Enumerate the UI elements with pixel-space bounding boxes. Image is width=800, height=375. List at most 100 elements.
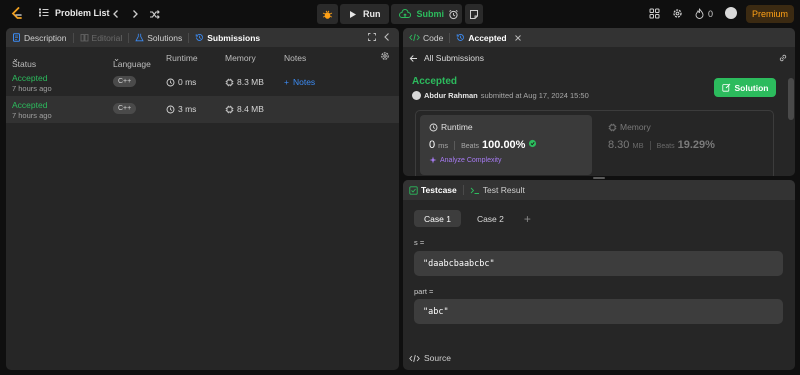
row-time-ago: 7 hours ago [12,84,52,93]
resize-handle[interactable] [593,177,605,179]
premium-button[interactable]: Premium [746,5,794,23]
tab-divider [449,32,451,43]
layout-grid-icon[interactable] [649,8,660,19]
tab-accepted[interactable]: Accepted [456,33,521,43]
tab-testcase[interactable]: Testcase [409,185,457,195]
plus-icon: + [523,211,531,226]
streak-count: 0 [708,8,714,19]
avatar[interactable] [725,7,737,19]
clock-icon [429,123,438,132]
case-1-tab[interactable]: Case 1 [414,210,461,227]
row-status: Accepted [12,100,48,110]
flask-icon [135,33,144,42]
submission-author: Abdur Rahman submitted at Aug 17, 2024 1… [412,91,589,100]
author-avatar[interactable] [412,91,421,100]
header-language[interactable]: Language ⌄ [113,53,151,69]
run-button[interactable]: Run [340,4,389,24]
chevron-right-icon[interactable] [128,7,142,21]
debug-button[interactable] [317,4,338,24]
book-icon [80,33,89,42]
row-language-badge: C++ [113,103,137,114]
scrollbar[interactable] [788,78,794,174]
run-submit-group: Run Submit [317,4,455,24]
history-icon [195,33,204,42]
submissions-panel: Description Editorial Solutions Submissi… [6,28,399,370]
tab-testcase-label: Testcase [421,185,457,195]
play-icon [348,10,357,19]
row-notes-label: Notes [292,77,316,87]
tab-editorial-label: Editorial [91,32,123,43]
notes-button[interactable] [465,4,483,24]
submission-detail-panel: Code Accepted All Submissions Accepted A… [403,28,795,176]
header-status[interactable]: Status ⌄ [12,53,36,69]
tab-test-result[interactable]: Test Result [470,185,525,195]
close-icon[interactable] [514,34,522,42]
chip-icon [225,105,234,114]
flame-icon [695,8,704,19]
submissions-table-header: Status ⌄ Language ⌄ Runtime Memory Notes [6,47,399,69]
runtime-value-row: 0 ms Beats 100.00% [429,139,537,151]
runtime-beats-label: Beats [461,143,480,150]
table-row[interactable]: Accepted 7 hours ago C++ 0 ms 8.3 MB + N… [6,69,399,96]
solution-button[interactable]: Solution [714,78,776,97]
runtime-label: Runtime [441,122,473,132]
code-icon [409,33,420,42]
tab-divider [462,185,464,195]
performance-stats: Runtime 0 ms Beats 100.00% Analyze Compl… [415,110,774,176]
tab-description[interactable]: Description [12,33,67,43]
header-notes: Notes [284,53,307,63]
sparkle-icon [429,156,437,164]
memory-unit: MB [632,141,644,150]
gear-icon[interactable] [672,8,683,19]
problem-list-label: Problem List [55,7,110,18]
expand-icon[interactable] [367,32,377,42]
row-runtime-value: 3 ms [178,104,197,114]
source-label: Source [424,353,451,363]
settings-gear-icon[interactable] [380,51,390,61]
param-part-input[interactable]: "abc" [414,299,783,324]
case-2-tab[interactable]: Case 2 [467,210,514,227]
problem-list-button[interactable]: Problem List [38,7,110,18]
all-submissions-link[interactable]: All Submissions [409,53,484,63]
runtime-card[interactable]: Runtime 0 ms Beats 100.00% Analyze Compl… [420,115,592,175]
memory-value: 8.30 [608,139,630,151]
row-memory: 8.4 MB [225,104,264,114]
clock-icon [166,78,175,87]
scrollbar-thumb[interactable] [788,78,794,120]
tab-solutions[interactable]: Solutions [135,33,182,43]
arrow-left-icon [409,54,418,63]
table-row[interactable]: Accepted 7 hours ago C++ 3 ms 8.4 MB [6,96,399,123]
tab-code[interactable]: Code [409,33,443,43]
run-label: Run [363,9,381,19]
add-case-button[interactable]: + [520,210,535,227]
author-name[interactable]: Abdur Rahman [424,91,478,100]
timer-button[interactable] [444,4,462,24]
clock-icon [166,105,175,114]
bug-icon [322,9,333,20]
submitted-at-text: submitted at Aug 17, 2024 15:50 [480,91,589,100]
add-notes-button[interactable]: + Notes [284,77,315,87]
header-memory: Memory [225,53,256,63]
divider [649,140,651,150]
chevron-left-icon[interactable] [109,7,123,21]
divider [454,140,456,150]
solution-label: Solution [734,82,769,93]
row-memory-value: 8.4 MB [237,104,264,114]
header-status-label: Status [12,59,37,69]
chip-icon [225,78,234,87]
note-icon [469,9,479,20]
share-link-icon[interactable] [778,53,788,63]
streak-counter[interactable]: 0 [695,8,713,19]
tab-editorial[interactable]: Editorial [80,32,123,43]
analyze-complexity-link[interactable]: Analyze Complexity [429,156,501,164]
runtime-unit: ms [438,141,449,150]
left-tab-bar: Description Editorial Solutions Submissi… [6,28,399,47]
row-runtime: 0 ms [166,77,196,87]
leetcode-logo-icon[interactable] [10,7,24,21]
runtime-beats-value: 100.00% [482,139,526,151]
shuffle-icon[interactable] [147,7,161,21]
param-s-input[interactable]: "daabcbaabcbc" [414,251,783,276]
source-toggle[interactable]: Source [409,353,451,363]
tab-submissions[interactable]: Submissions [195,33,260,43]
collapse-chevron-icon[interactable] [382,32,392,42]
